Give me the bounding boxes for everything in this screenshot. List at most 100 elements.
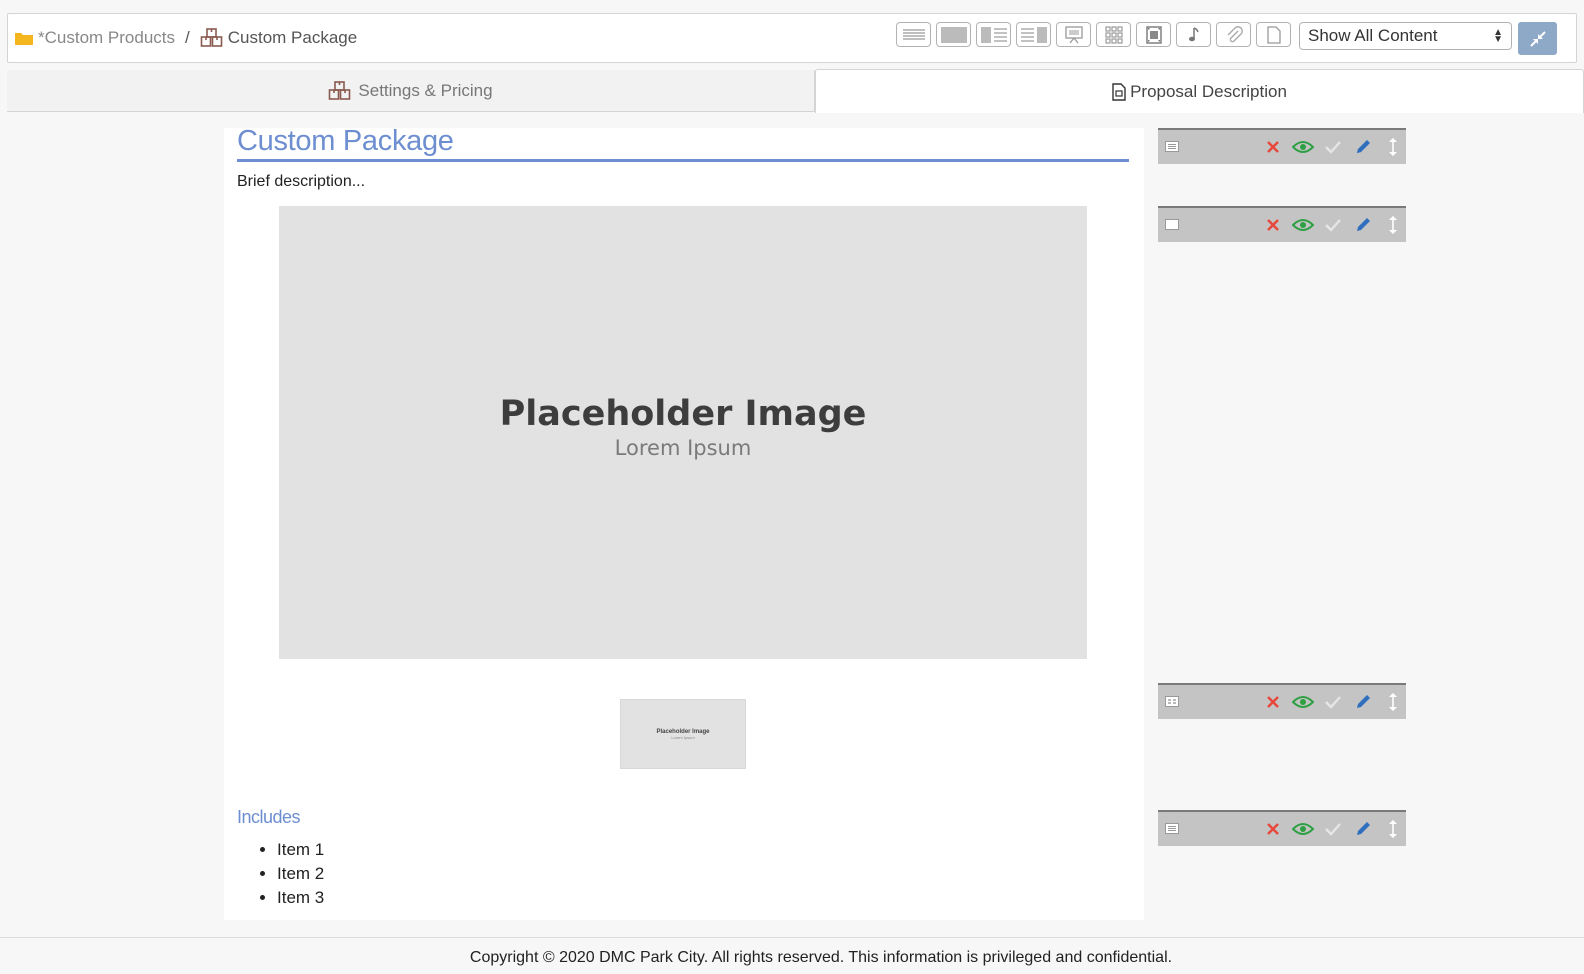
image-title-text: Placeholder Image [499, 393, 867, 434]
includes-list: Item 1 Item 2 Item 3 [277, 838, 324, 910]
text-block-icon [1165, 823, 1179, 834]
package-icon [200, 28, 224, 48]
content-filter-value: Show All Content [1308, 26, 1438, 45]
eye-icon [1292, 823, 1314, 835]
text-image-right-icon [1020, 26, 1047, 43]
add-attachment-button[interactable] [1216, 22, 1251, 47]
add-presentation-button[interactable] [1056, 22, 1091, 47]
vertical-resize-icon [1389, 216, 1397, 234]
video-icon [1145, 25, 1162, 44]
content-block-toolbar [896, 22, 1291, 47]
header-bar: *Custom Products / Custom Package Show A… [7, 13, 1577, 63]
add-page-button[interactable] [1256, 22, 1291, 47]
block-controls [1158, 128, 1406, 164]
check-icon [1325, 823, 1341, 836]
includes-heading[interactable]: Includes [237, 807, 301, 828]
delete-block-button[interactable] [1260, 690, 1286, 714]
close-icon [1267, 823, 1279, 835]
toggle-visibility-button[interactable] [1290, 817, 1316, 841]
approve-block-button[interactable] [1320, 135, 1346, 159]
close-icon [1267, 219, 1279, 231]
gallery-icon [1104, 25, 1123, 44]
eye-icon [1292, 219, 1314, 231]
thumb-subtitle-text: Lorem Ipsum [671, 734, 695, 740]
block-controls [1158, 810, 1406, 846]
delete-block-button[interactable] [1260, 213, 1286, 237]
content-filter-select[interactable]: Show All Content ▲ ▼ [1299, 22, 1512, 50]
vertical-resize-icon [1389, 820, 1397, 838]
block-controls [1158, 206, 1406, 242]
eye-icon [1292, 696, 1314, 708]
breadcrumb-separator: / [185, 28, 190, 47]
close-icon [1267, 696, 1279, 708]
move-block-handle[interactable] [1380, 690, 1406, 714]
collapse-button[interactable] [1518, 22, 1557, 55]
vertical-resize-icon [1389, 693, 1397, 711]
package-title[interactable]: Custom Package [237, 127, 1129, 162]
copyright-text: Copyright © 2020 DMC Park City. All righ… [469, 949, 1173, 966]
pencil-icon [1357, 140, 1370, 153]
toggle-visibility-button[interactable] [1290, 135, 1316, 159]
image-subtitle-text: Lorem Ipsum [614, 435, 752, 460]
gallery-thumbnail[interactable]: Placeholder Image Lorem Ipsum [620, 699, 746, 769]
vertical-resize-icon [1389, 138, 1397, 156]
move-block-handle[interactable] [1380, 135, 1406, 159]
list-item[interactable]: Item 1 [277, 838, 324, 862]
delete-block-button[interactable] [1260, 135, 1286, 159]
edit-block-button[interactable] [1350, 817, 1376, 841]
breadcrumb: *Custom Products / Custom Package [14, 14, 357, 62]
image-left-text-icon [980, 26, 1007, 43]
add-audio-button[interactable] [1176, 22, 1211, 47]
check-icon [1325, 696, 1341, 709]
compress-icon [1529, 30, 1546, 47]
check-icon [1325, 141, 1341, 154]
footer: Copyright © 2020 DMC Park City. All righ… [0, 937, 1584, 974]
toggle-visibility-button[interactable] [1290, 213, 1316, 237]
image-block-icon [1165, 219, 1179, 230]
edit-block-button[interactable] [1350, 213, 1376, 237]
pencil-icon [1357, 218, 1370, 231]
pencil-icon [1357, 695, 1370, 708]
delete-block-button[interactable] [1260, 817, 1286, 841]
tab-settings-label: Settings & Pricing [358, 80, 493, 100]
list-item[interactable]: Item 3 [277, 886, 324, 910]
block-controls [1158, 683, 1406, 719]
select-arrows-icon: ▲ ▼ [1493, 27, 1503, 45]
attachment-icon [1227, 25, 1243, 42]
proposal-content: Custom Package Brief description... Plac… [224, 127, 1144, 920]
tab-proposal-label: Proposal Description [1130, 81, 1287, 101]
package-icon [329, 80, 351, 100]
list-item[interactable]: Item 2 [277, 862, 324, 886]
add-image-left-text-button[interactable] [976, 22, 1011, 47]
page-icon [1266, 25, 1281, 44]
add-text-image-right-button[interactable] [1016, 22, 1051, 47]
toggle-visibility-button[interactable] [1290, 690, 1316, 714]
check-icon [1325, 219, 1341, 232]
image-block-icon [940, 26, 967, 43]
approve-block-button[interactable] [1320, 817, 1346, 841]
edit-block-button[interactable] [1350, 690, 1376, 714]
gallery-block-icon [1165, 696, 1179, 707]
text-block-icon [902, 28, 925, 40]
approve-block-button[interactable] [1320, 213, 1346, 237]
move-block-handle[interactable] [1380, 213, 1406, 237]
add-image-block-button[interactable] [936, 22, 971, 47]
approve-block-button[interactable] [1320, 690, 1346, 714]
tab-settings-pricing[interactable]: Settings & Pricing [7, 70, 815, 112]
text-block-icon [1165, 141, 1179, 152]
pencil-icon [1357, 822, 1370, 835]
add-gallery-button[interactable] [1096, 22, 1131, 47]
breadcrumb-current: Custom Package [227, 28, 358, 47]
folder-icon [14, 30, 34, 46]
brief-description[interactable]: Brief description... [237, 173, 365, 191]
edit-block-button[interactable] [1350, 135, 1376, 159]
close-icon [1267, 141, 1279, 153]
presentation-icon [1064, 25, 1083, 43]
tab-proposal-description[interactable]: Proposal Description [815, 69, 1584, 113]
add-video-button[interactable] [1136, 22, 1171, 47]
breadcrumb-parent-link[interactable]: *Custom Products [38, 28, 175, 48]
audio-icon [1188, 26, 1199, 41]
placeholder-image[interactable]: Placeholder Image Lorem Ipsum [279, 206, 1087, 659]
add-text-block-button[interactable] [896, 22, 931, 47]
move-block-handle[interactable] [1380, 817, 1406, 841]
